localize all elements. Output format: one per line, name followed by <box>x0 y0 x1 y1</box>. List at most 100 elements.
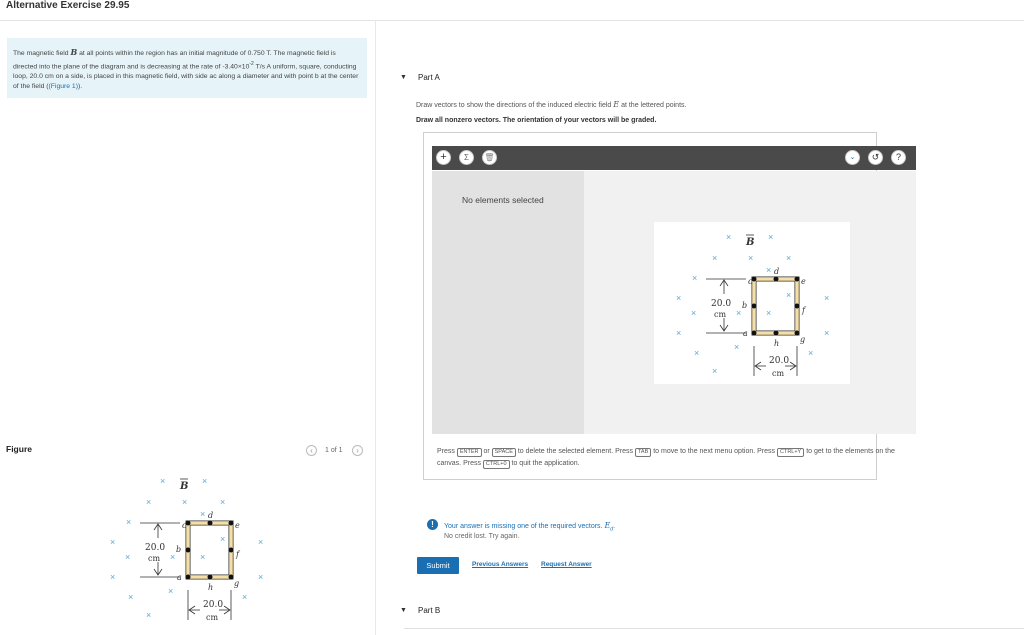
svg-text:cm: cm <box>714 310 726 319</box>
svg-text:×: × <box>258 572 263 582</box>
svg-text:h: h <box>208 583 213 592</box>
help-icon[interactable]: ? <box>891 150 906 165</box>
caret-down-icon[interactable]: ▼ <box>400 74 407 81</box>
figure-diagram: × × × × × ××× ×× × × ×× × ××× × B c d e b f a … <box>110 476 263 622</box>
part-b-divider <box>404 628 1024 629</box>
trash-icon[interactable]: 🗑 <box>482 150 497 165</box>
key-tab: TAB <box>634 448 652 457</box>
svg-text:g: g <box>800 335 805 344</box>
warning-subtext: No credit lost. Try again. <box>444 533 520 540</box>
svg-text:×: × <box>766 265 771 275</box>
svg-text:×: × <box>160 476 165 486</box>
svg-text:×: × <box>824 293 829 303</box>
key-enter: ENTER <box>456 448 482 457</box>
figure-pager-text: 1 of 1 <box>325 447 343 454</box>
svg-text:×: × <box>712 366 717 376</box>
svg-text:×: × <box>736 308 741 318</box>
caret-down-icon[interactable]: ▼ <box>400 607 407 614</box>
svg-text:h: h <box>774 339 779 348</box>
svg-text:c: c <box>748 277 753 286</box>
svg-text:×: × <box>768 232 773 242</box>
svg-text:×: × <box>182 497 187 507</box>
keyboard-help-text: Press ENTER or SPACE to delete the selec… <box>437 448 895 469</box>
svg-text:×: × <box>200 552 205 562</box>
svg-text:×: × <box>170 552 175 562</box>
instruction-1a: Draw vectors to show the directions of t… <box>416 102 612 109</box>
conducting-loop <box>186 521 233 579</box>
problem-statement: The magnetic field B at all points withi… <box>7 38 367 98</box>
svg-text:f: f <box>235 550 241 559</box>
svg-text:b: b <box>176 545 181 554</box>
svg-text:20.0: 20.0 <box>203 600 223 610</box>
svg-text:g: g <box>234 579 239 588</box>
svg-text:B: B <box>745 237 754 248</box>
svg-text:d: d <box>774 267 779 276</box>
instruction-text: Draw vectors to show the directions of t… <box>416 100 686 109</box>
svg-text:×: × <box>220 497 225 507</box>
plus-icon[interactable]: + <box>436 150 451 165</box>
key-ctrl-y: CTRL+Y <box>776 448 805 457</box>
drawing-toolbar <box>432 146 916 170</box>
request-answer-link[interactable]: Request Answer <box>541 561 592 568</box>
svg-text:×: × <box>200 509 205 519</box>
key-ctrl-0: CTRL+0 <box>482 460 510 469</box>
svg-text:20.0: 20.0 <box>145 543 165 553</box>
warning-message: Your answer is missing one of the requir… <box>444 521 616 533</box>
header-divider <box>0 20 1024 21</box>
svg-text:a: a <box>743 329 748 338</box>
svg-text:20.0: 20.0 <box>711 299 731 309</box>
svg-text:×: × <box>786 290 791 300</box>
svg-text:e: e <box>235 521 240 530</box>
column-divider <box>375 20 376 635</box>
svg-text:d: d <box>208 511 213 520</box>
svg-text:×: × <box>110 537 115 547</box>
svg-text:×: × <box>808 348 813 358</box>
svg-text:×: × <box>748 253 753 263</box>
b-vector-symbol: B <box>70 47 78 57</box>
b-field-label: B <box>179 481 188 492</box>
problem-text-4: ). <box>77 83 83 91</box>
svg-text:×: × <box>220 534 225 544</box>
svg-text:f: f <box>801 306 807 315</box>
svg-text:×: × <box>146 610 151 620</box>
svg-text:×: × <box>691 308 696 318</box>
figure-link[interactable]: (Figure 1) <box>49 83 78 90</box>
svg-text:×: × <box>676 328 681 338</box>
sigma-icon[interactable]: Σ <box>459 150 474 165</box>
svg-text:×: × <box>694 348 699 358</box>
svg-text:b: b <box>742 301 747 310</box>
svg-text:×: × <box>726 232 731 242</box>
previous-answers-link[interactable]: Previous Answers <box>472 561 528 568</box>
no-selection-text: No elements selected <box>462 195 544 205</box>
svg-text:cm: cm <box>148 554 160 563</box>
svg-text:×: × <box>242 592 247 602</box>
chevron-left-icon[interactable]: ‹ <box>306 445 317 456</box>
e-vector-symbol: E <box>613 100 620 109</box>
figure-label: Figure <box>6 444 32 454</box>
key-space: SPACE <box>491 448 516 457</box>
chevron-down-icon[interactable]: ⌄ <box>845 150 860 165</box>
svg-text:×: × <box>712 253 717 263</box>
svg-text:a: a <box>177 573 182 582</box>
svg-text:×: × <box>676 293 681 303</box>
svg-text:c: c <box>182 521 187 530</box>
svg-text:20.0: 20.0 <box>769 356 789 366</box>
submit-button[interactable]: Submit <box>417 557 459 574</box>
svg-text:×: × <box>146 497 151 507</box>
page-title: Alternative Exercise 29.95 <box>6 0 130 11</box>
svg-text:×: × <box>824 328 829 338</box>
svg-text:cm: cm <box>772 369 784 378</box>
chevron-right-icon[interactable]: › <box>352 445 363 456</box>
part-b-label[interactable]: Part B <box>418 606 440 615</box>
svg-text:×: × <box>692 273 697 283</box>
problem-text-1: The magnetic field <box>13 50 69 57</box>
svg-text:×: × <box>125 552 130 562</box>
alert-icon: ! <box>427 519 438 530</box>
element-properties-panel <box>432 171 584 434</box>
svg-text:×: × <box>766 308 771 318</box>
svg-text:×: × <box>110 572 115 582</box>
reset-icon[interactable]: ↺ <box>868 150 883 165</box>
part-a-label[interactable]: Part A <box>418 73 440 82</box>
svg-text:e: e <box>801 277 806 286</box>
svg-text:cm: cm <box>206 613 218 622</box>
